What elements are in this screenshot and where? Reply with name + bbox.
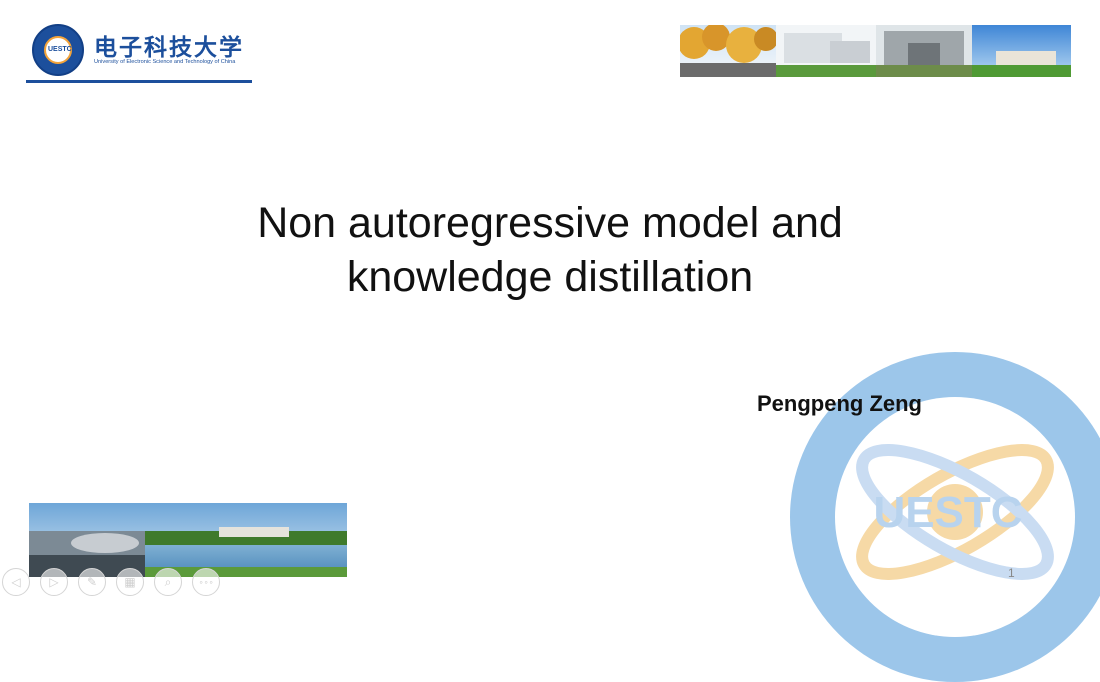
more-options-button[interactable]: ∘∘∘ [192,568,220,596]
university-english-name: University of Electronic Science and Tec… [94,59,236,65]
presenter-name: Pengpeng Zeng [757,391,922,416]
slide-title-line-2: knowledge distillation [346,253,754,301]
slides-overview-button[interactable]: ▦ [116,568,144,596]
logo-underline [26,80,252,83]
presentation-controls: ◁ ▷ ✎ ▦ ⌕ ∘∘∘ [2,568,220,596]
university-logo: UESTC 电子科技大学 University of Electronic Sc… [26,22,252,84]
pen-tool-button[interactable]: ✎ [78,568,106,596]
zoom-button[interactable]: ⌕ [154,568,182,596]
slide-title-line-1: Non autoregressive model and [257,199,843,247]
slide-title: Non autoregressive model and knowledge d… [0,196,1100,304]
previous-slide-button[interactable]: ◁ [2,568,30,596]
watermark-text: UESTC [873,488,1022,537]
university-chinese-name: 电子科技大学 [94,34,244,61]
ellipsis-icon: ∘∘∘ [198,577,214,587]
next-slide-button[interactable]: ▷ [40,568,68,596]
magnifier-icon: ⌕ [164,574,172,589]
arrow-left-icon: ◁ [11,575,21,589]
campus-photo-banner [680,25,1071,77]
university-seal-icon: UESTC [32,24,84,76]
slide-page-number: 1 [1008,566,1015,580]
grid-icon: ▦ [124,575,136,589]
campus-lake-photo [29,503,347,577]
arrow-right-icon: ▷ [49,575,59,589]
pen-icon: ✎ [86,575,98,589]
